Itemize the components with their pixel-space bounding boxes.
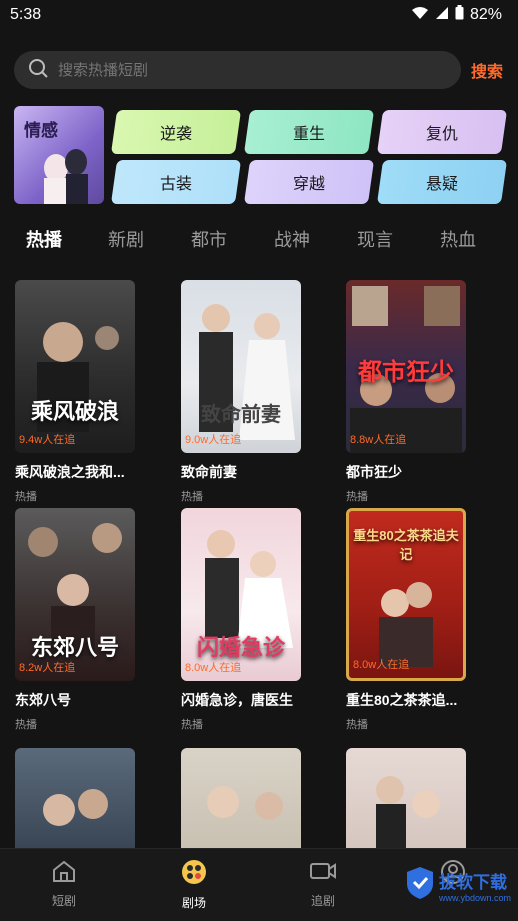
status-time: 5:38 [10,6,42,23]
tab-zhanshen[interactable]: 战神 [274,226,310,252]
genre-chip-guzhuang[interactable]: 古装 [110,160,242,204]
nav-item-juchang[interactable]: 剧场 [164,859,224,911]
search-row: 搜索 [14,50,504,90]
card-title: 闪婚急诊，唐医生 [181,692,293,708]
tab-xianyan[interactable]: 现言 [357,226,393,252]
search-box[interactable] [14,51,461,89]
drama-card[interactable] [181,748,301,848]
poster-image: 致命前妻 9.0w人在追 [181,280,301,453]
watermark: 拔软下载 www.ybdown.com [405,857,515,913]
tab-rexue[interactable]: 热血 [440,226,476,252]
genre-chip-xuanyi[interactable]: 悬疑 [376,160,508,204]
card-title: 东郊八号 [15,692,71,708]
watch-count: 9.4w人在追 [19,434,76,446]
poster-art [199,304,295,440]
drama-card[interactable]: 重生80之茶茶追夫记 8.0w人在追 重生80之茶茶追... 热播 [346,508,466,732]
status-icons: 82% [411,5,502,25]
card-tag: 热播 [346,719,368,731]
poster-title-text: 重生80之茶茶追夫记 [353,528,459,562]
drama-card[interactable]: 闪婚急诊 8.0w人在追 闪婚急诊，唐医生 热播 [181,508,301,732]
nav-label: 剧场 [181,896,206,910]
card-tag: 热播 [181,491,203,503]
battery-icon [455,5,464,25]
poster-title-text: 东郊八号 [30,635,119,660]
genre-chip-fuchou[interactable]: 复仇 [376,110,508,154]
status-bar: 5:38 82% [0,0,518,30]
film-reel-icon [181,859,207,888]
card-title: 乘风破浪之我和... [15,464,125,480]
genre-featured-card[interactable]: 情感 [14,106,104,204]
genre-chip-label: 复仇 [425,126,458,143]
poster-image [15,748,135,848]
genre-chip-label: 穿越 [292,176,325,193]
genre-chip-label: 逆袭 [159,126,192,143]
drama-card[interactable]: 都市狂少 8.8w人在追 都市狂少 热播 [346,280,466,504]
poster-art [43,789,108,826]
watermark-text: 拔软下载 www.ybdown.com [439,868,511,903]
signal-icon [435,6,449,25]
genre-area: 情感 逆袭 重生 复仇 古装 穿越 悬疑 [14,106,508,204]
search-input[interactable] [58,61,438,79]
card-tag: 热播 [181,719,203,731]
poster-image [181,748,301,848]
tab-dushi[interactable]: 都市 [191,226,227,252]
genre-chip-label: 古装 [159,176,192,193]
poster-title-text: 乘风破浪 [30,399,119,424]
drama-card[interactable] [15,748,135,848]
poster-image: 闪婚急诊 8.0w人在追 [181,508,301,681]
genre-chip-chongsheng[interactable]: 重生 [243,110,375,154]
watch-count: 8.0w人在追 [353,659,410,671]
card-tag: 热播 [346,491,368,503]
poster-art [37,322,119,432]
drama-card[interactable]: 乘风破浪 9.4w人在追 乘风破浪之我和... 热播 [15,280,135,504]
card-tag: 热播 [15,719,37,731]
drama-card[interactable] [346,748,466,848]
watch-count: 9.0w人在追 [185,434,242,446]
poster-image: 东郊八号 8.2w人在追 [15,508,135,681]
tab-rebo[interactable]: 热播 [26,226,62,252]
wifi-icon [411,6,429,25]
nav-item-zhuiju[interactable]: 追剧 [293,859,353,909]
genre-chip-label: 悬疑 [425,176,458,193]
battery-percent: 82% [469,6,502,23]
poster-art [207,786,283,820]
poster-image: 乘风破浪 9.4w人在追 [15,280,135,453]
genre-chip-chuanyue[interactable]: 穿越 [243,160,375,204]
drama-card[interactable]: 东郊八号 8.2w人在追 东郊八号 热播 [15,508,135,732]
poster-art [376,776,440,848]
nav-item-duanju[interactable]: 短剧 [34,859,94,909]
card-title: 都市狂少 [346,464,402,480]
poster-title-text: 致命前妻 [201,404,281,426]
nav-label: 追剧 [310,894,335,908]
tab-xinju[interactable]: 新剧 [108,226,144,252]
home-icon [51,859,77,886]
poster-title-text: 闪婚急诊 [196,635,285,660]
nav-label: 短剧 [51,894,76,908]
search-icon [28,58,48,83]
poster-title-text: 都市狂少 [358,359,454,386]
shield-logo-icon [405,866,435,905]
genre-chip-label: 重生 [292,126,325,143]
poster-image: 重生80之茶茶追夫记 8.0w人在追 [346,508,466,681]
watch-count: 8.8w人在追 [350,434,407,446]
watermark-main: 拔软下载 [439,872,507,892]
card-title: 重生80之茶茶追... [346,692,458,708]
drama-card[interactable]: 致命前妻 9.0w人在追 致命前妻 热播 [181,280,301,504]
watermark-sub: www.ybdown.com [439,892,512,903]
category-tabs: 热播 新剧 都市 战神 现言 热血 [0,226,518,256]
watch-count: 8.0w人在追 [185,662,242,674]
watch-count: 8.2w人在追 [19,662,76,674]
search-button[interactable]: 搜索 [471,58,503,82]
video-camera-icon [309,859,337,886]
card-title: 致命前妻 [181,464,237,480]
card-tag: 热播 [15,491,37,503]
genre-chip-nixi[interactable]: 逆袭 [110,110,242,154]
poster-image [346,748,466,848]
genre-featured-label: 情感 [24,121,58,140]
poster-image: 都市狂少 8.8w人在追 [346,280,466,453]
